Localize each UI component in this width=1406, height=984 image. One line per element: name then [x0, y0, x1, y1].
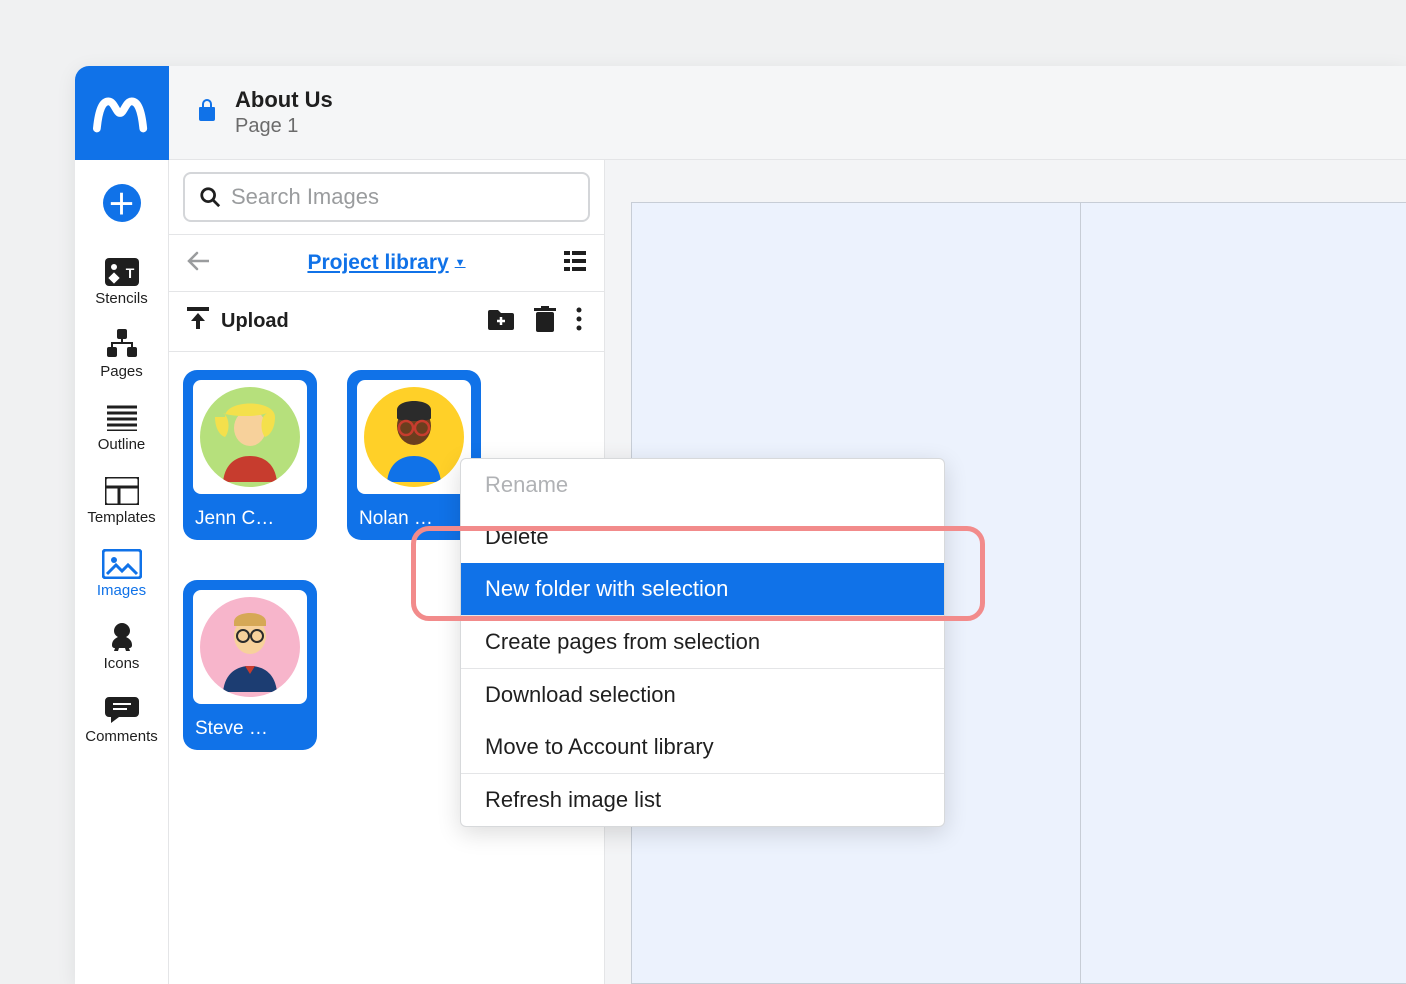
stencils-icon: T: [105, 254, 139, 290]
rail-label: Outline: [98, 436, 146, 453]
image-thumbnail: [357, 380, 471, 494]
library-dropdown[interactable]: Project library ▼: [307, 251, 465, 275]
canvas-page[interactable]: [1080, 202, 1406, 984]
comments-icon: [105, 692, 139, 728]
image-thumbnail: [193, 380, 307, 494]
rail-comments[interactable]: Comments: [75, 682, 169, 753]
rail-stencils[interactable]: T Stencils: [75, 244, 169, 315]
image-name: Nolan …: [357, 508, 471, 530]
avatar-icon: [364, 387, 464, 487]
rail-label: Templates: [87, 509, 155, 526]
icons-icon: [106, 619, 138, 655]
image-card[interactable]: Steve …: [183, 580, 317, 750]
search-icon: [199, 186, 221, 208]
menu-rename: Rename: [461, 459, 944, 511]
more-icon[interactable]: [572, 303, 586, 340]
app-logo[interactable]: [75, 66, 169, 160]
upload-row: Upload: [169, 292, 604, 352]
avatar-icon: [200, 387, 300, 487]
image-thumbnail: [193, 590, 307, 704]
images-icon: [102, 546, 142, 582]
title-area: About Us Page 1: [169, 66, 333, 159]
menu-move-to-account-library[interactable]: Move to Account library: [461, 721, 944, 773]
caret-down-icon: ▼: [455, 257, 466, 269]
upload-button[interactable]: Upload: [221, 310, 289, 333]
menu-delete[interactable]: Delete: [461, 511, 944, 563]
add-button[interactable]: ＋: [75, 174, 169, 242]
templates-icon: [105, 473, 139, 509]
menu-new-folder-with-selection[interactable]: New folder with selection: [461, 563, 944, 615]
document-title[interactable]: About Us: [235, 87, 333, 113]
outline-icon: [107, 400, 137, 436]
upload-icon[interactable]: [187, 307, 209, 336]
logo-m-icon: [93, 89, 151, 137]
context-menu: Rename Delete New folder with selection …: [460, 458, 945, 827]
rail-label: Stencils: [95, 290, 148, 307]
rail-label: Comments: [85, 728, 158, 745]
rail-pages[interactable]: Pages: [75, 317, 169, 388]
image-card[interactable]: Jenn C…: [183, 370, 317, 540]
rail-icons[interactable]: Icons: [75, 609, 169, 680]
rail-label: Images: [97, 582, 146, 599]
avatar-icon: [200, 597, 300, 697]
rail-templates[interactable]: Templates: [75, 463, 169, 534]
rail-images[interactable]: Images: [75, 536, 169, 607]
trash-icon[interactable]: [530, 302, 560, 341]
lock-icon: [197, 98, 217, 127]
panel-nav: Project library ▼: [169, 234, 604, 292]
top-bar: About Us Page 1: [75, 66, 1406, 160]
menu-create-pages-from-selection[interactable]: Create pages from selection: [461, 616, 944, 668]
image-name: Steve …: [193, 718, 307, 740]
new-folder-icon[interactable]: [484, 304, 518, 339]
rail-outline[interactable]: Outline: [75, 390, 169, 461]
search-box[interactable]: [183, 172, 590, 222]
menu-refresh-image-list[interactable]: Refresh image list: [461, 774, 944, 826]
plus-icon: ＋: [103, 184, 141, 222]
list-view-icon[interactable]: [564, 251, 586, 276]
pages-icon: [105, 327, 139, 363]
left-rail: ＋ T Stencils Pages Outline: [75, 160, 169, 984]
search-input[interactable]: [231, 184, 574, 210]
rail-label: Pages: [100, 363, 143, 380]
rail-label: Icons: [104, 655, 140, 672]
menu-download-selection[interactable]: Download selection: [461, 669, 944, 721]
page-label[interactable]: Page 1: [235, 115, 333, 138]
svg-text:T: T: [125, 265, 134, 281]
back-arrow-icon[interactable]: [187, 251, 209, 276]
image-name: Jenn C…: [193, 508, 307, 530]
